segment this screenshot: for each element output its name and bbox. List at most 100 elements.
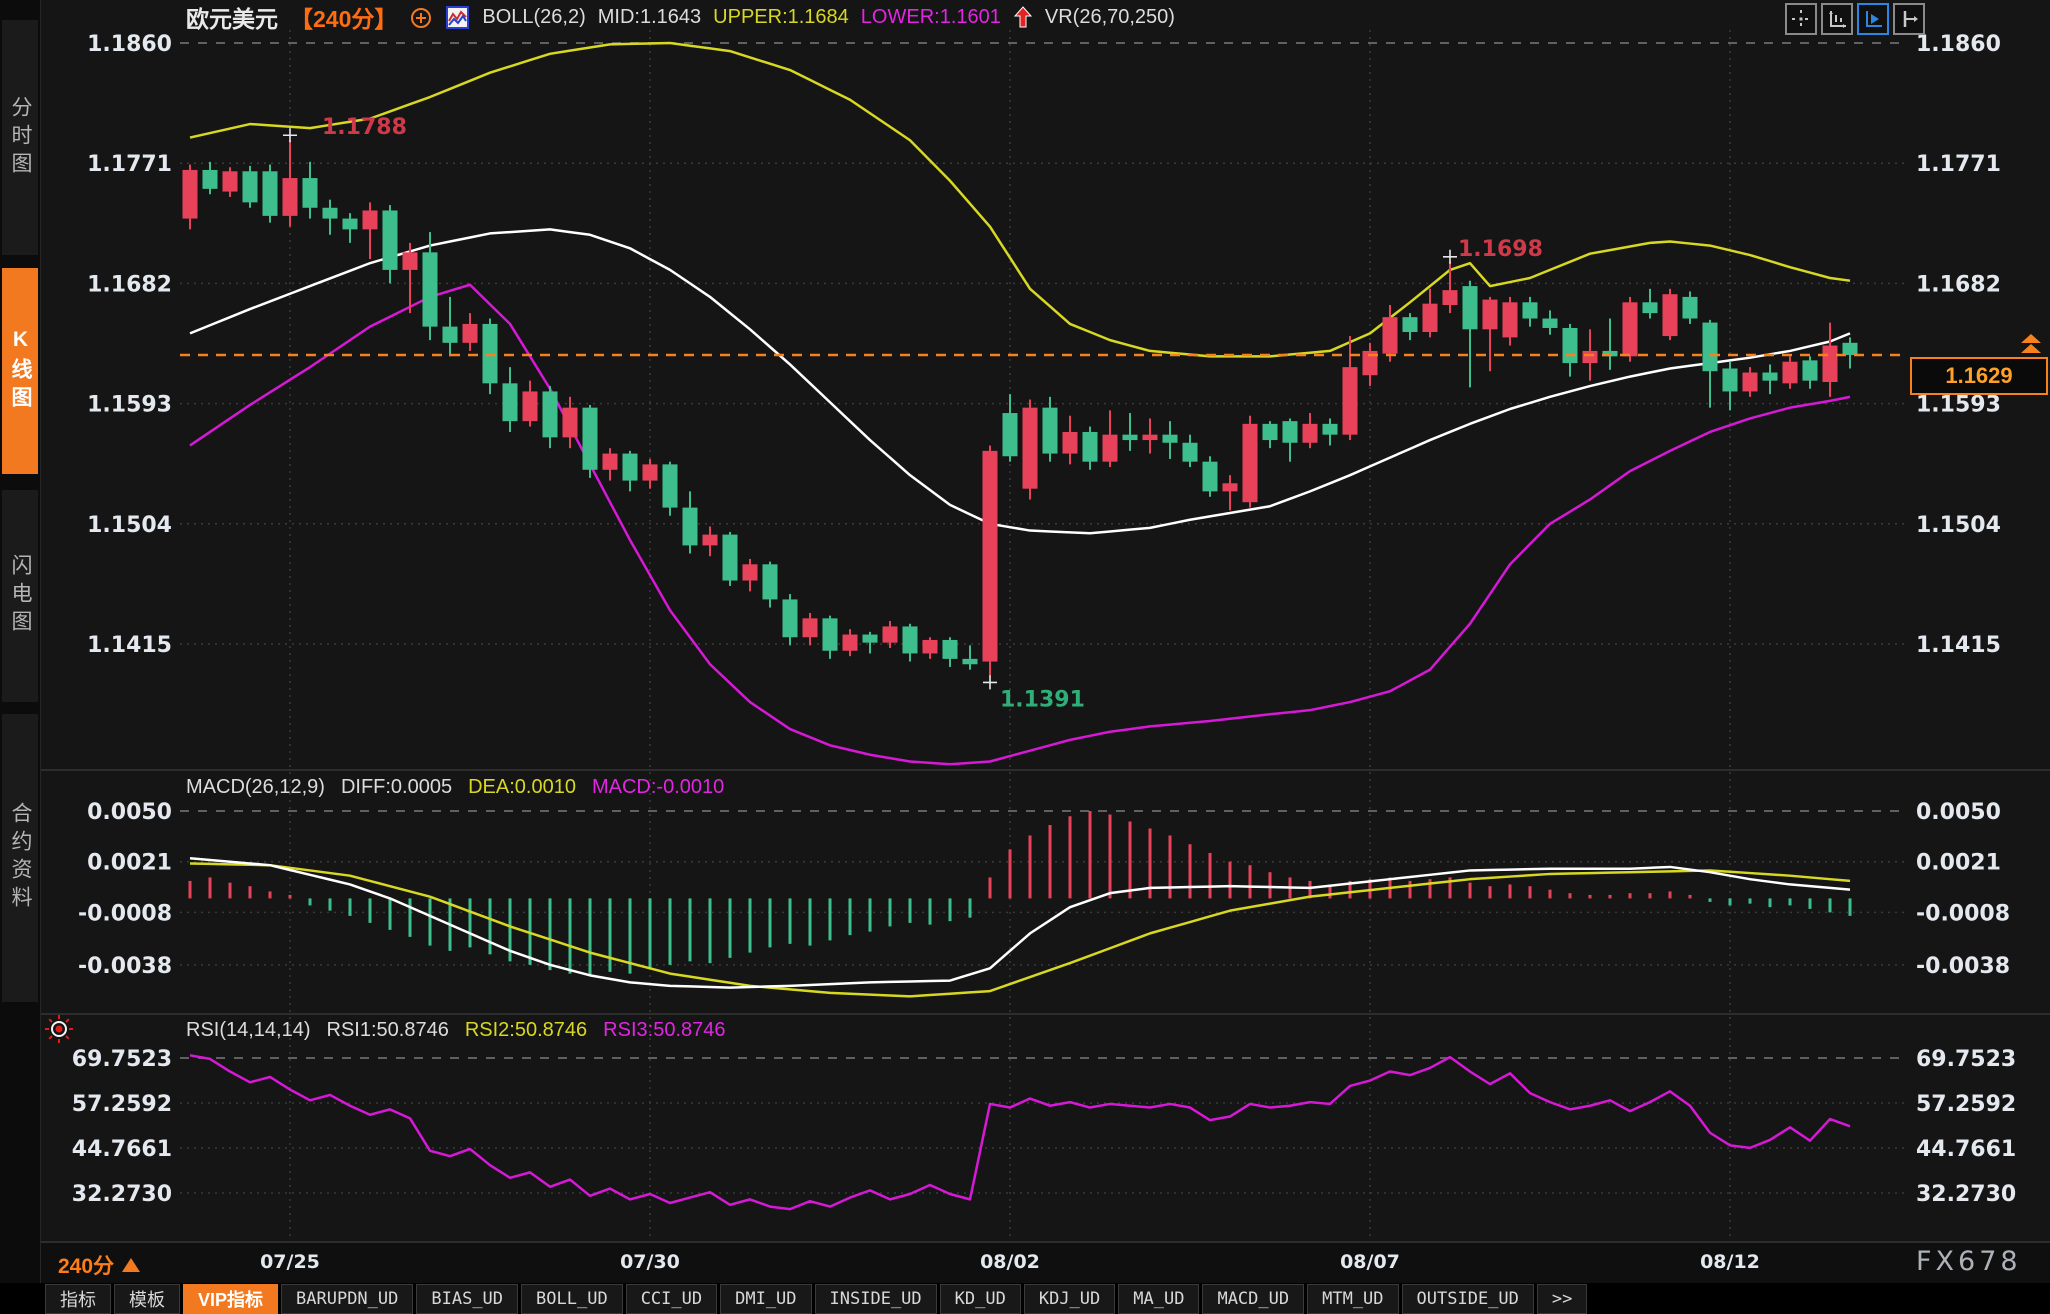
pan-crosshair-button[interactable]: [1785, 3, 1817, 35]
svg-text:1.1391: 1.1391: [1000, 687, 1085, 712]
rsi-title: RSI(14,14,14): [186, 1019, 311, 1042]
svg-text:1.1698: 1.1698: [1458, 237, 1543, 262]
svg-text:-0.0038: -0.0038: [78, 954, 172, 979]
svg-text:44.7661: 44.7661: [72, 1137, 172, 1162]
period-label[interactable]: 【240分】: [290, 0, 397, 34]
candle: [483, 324, 498, 383]
toolbar-tab-[interactable]: 指标: [45, 1284, 111, 1314]
toolbar-tab-biasud[interactable]: BIAS_UD: [416, 1284, 518, 1314]
toolbar-tab-macdud[interactable]: MACD_UD: [1202, 1284, 1304, 1314]
candle: [1463, 286, 1478, 329]
candle: [963, 659, 978, 664]
candle: [863, 635, 878, 643]
date-label: 08/07: [1340, 1251, 1400, 1273]
date-label: 07/30: [620, 1251, 680, 1273]
candle: [1763, 373, 1778, 381]
candle: [1123, 435, 1138, 440]
toolbar-tab-kdjud[interactable]: KDJ_UD: [1024, 1284, 1115, 1314]
candle: [1343, 367, 1358, 435]
candle: [1183, 443, 1198, 462]
toolbar-tab-outsideud[interactable]: OUTSIDE_UD: [1402, 1284, 1534, 1314]
svg-text:32.2730: 32.2730: [72, 1182, 172, 1207]
candle: [443, 327, 458, 343]
svg-text:1.1682: 1.1682: [87, 272, 172, 297]
sidebar-tab-contract-info[interactable]: 合约资料: [2, 714, 38, 1002]
bottom-toolbar: 指标模板VIP指标BARUPDN_UDBIAS_UDBOLL_UDCCI_UDD…: [0, 1283, 2050, 1314]
svg-text:69.7523: 69.7523: [1916, 1047, 2016, 1072]
candle: [543, 391, 558, 437]
sidebar-tab-lightning-chart[interactable]: 闪电图: [2, 490, 38, 702]
price-up-arrows-icon: [2016, 334, 2046, 363]
svg-text:0.0021: 0.0021: [87, 851, 172, 876]
candle: [383, 210, 398, 269]
svg-text:32.2730: 32.2730: [1916, 1182, 2016, 1207]
circle-plus-icon[interactable]: [409, 5, 433, 29]
candle: [343, 219, 358, 230]
candle: [1643, 302, 1658, 313]
sidebar-tab-kline-chart[interactable]: K线图: [2, 268, 38, 474]
svg-text:1.1771: 1.1771: [87, 152, 172, 177]
toolbar-tab-dmiud[interactable]: DMI_UD: [720, 1284, 811, 1314]
candle: [403, 252, 418, 270]
candle: [523, 391, 538, 421]
candle: [1323, 424, 1338, 435]
candle: [943, 640, 958, 659]
candle: [823, 618, 838, 650]
rsi2-value: RSI2:50.8746: [465, 1019, 587, 1042]
toolbar-tab->>[interactable]: >>: [1537, 1284, 1587, 1314]
toolbar-tab-mtmud[interactable]: MTM_UD: [1307, 1284, 1398, 1314]
candle: [723, 535, 738, 581]
footer-period[interactable]: 240分: [58, 1250, 140, 1280]
svg-text:-0.0008: -0.0008: [1916, 901, 2010, 926]
chart-mode-buttons: [1785, 3, 1925, 35]
svg-text:1.1682: 1.1682: [1916, 272, 2001, 297]
sidebar-tab-time-chart[interactable]: 分时图: [2, 20, 38, 255]
candle: [1063, 432, 1078, 454]
candle: [223, 171, 238, 191]
candle: [1023, 408, 1038, 489]
candle: [363, 210, 378, 229]
boll-mid-value: MID:1.1643: [598, 6, 701, 29]
candle: [1263, 424, 1278, 440]
candle: [503, 383, 518, 421]
candle: [1743, 373, 1758, 392]
candle: [1623, 302, 1638, 356]
date-label: 08/02: [980, 1251, 1040, 1273]
toolbar-tab-cciud[interactable]: CCI_UD: [626, 1284, 717, 1314]
toolbar-tab-vip[interactable]: VIP指标: [183, 1284, 278, 1314]
chart-header: 欧元美元 【240分】 BOLL(26,2) MID:1.1643 UPPER:…: [186, 2, 1175, 32]
toolbar-tab-barupdnud[interactable]: BARUPDN_UD: [281, 1284, 413, 1314]
mini-chart-icon[interactable]: [445, 5, 470, 30]
trading-app-window: 1.17881.16981.13911.18601.18601.17711.17…: [0, 0, 2050, 1314]
alert-record-icon[interactable]: [44, 1014, 74, 1049]
candle: [423, 252, 438, 326]
candle: [1503, 302, 1518, 337]
candle: [1783, 362, 1798, 384]
axis-shift-button[interactable]: [1893, 3, 1925, 35]
candle: [1243, 424, 1258, 502]
candle: [1203, 462, 1218, 492]
axis-bars-button[interactable]: [1821, 3, 1853, 35]
svg-text:0.0021: 0.0021: [1916, 851, 2001, 876]
svg-text:1.1788: 1.1788: [322, 115, 407, 140]
toolbar-tab-[interactable]: 模板: [114, 1284, 180, 1314]
toolbar-tab-insideud[interactable]: INSIDE_UD: [815, 1284, 937, 1314]
toolbar-tab-bollud[interactable]: BOLL_UD: [521, 1284, 623, 1314]
candle: [1843, 343, 1858, 355]
candle: [1283, 421, 1298, 443]
candle: [1223, 483, 1238, 491]
axis-play-button[interactable]: [1857, 3, 1889, 35]
candle: [243, 171, 258, 202]
candle: [1483, 300, 1498, 330]
macd-diff-value: DIFF:0.0005: [341, 776, 452, 799]
candle: [843, 635, 858, 651]
svg-text:-0.0008: -0.0008: [78, 901, 172, 926]
macd-title: MACD(26,12,9): [186, 776, 325, 799]
candle: [263, 171, 278, 216]
up-triangle-icon: [122, 1258, 140, 1272]
toolbar-tab-maud[interactable]: MA_UD: [1118, 1284, 1199, 1314]
svg-text:1.1860: 1.1860: [87, 32, 172, 57]
candle: [663, 464, 678, 507]
toolbar-tab-kdud[interactable]: KD_UD: [940, 1284, 1021, 1314]
candle: [1583, 351, 1598, 363]
